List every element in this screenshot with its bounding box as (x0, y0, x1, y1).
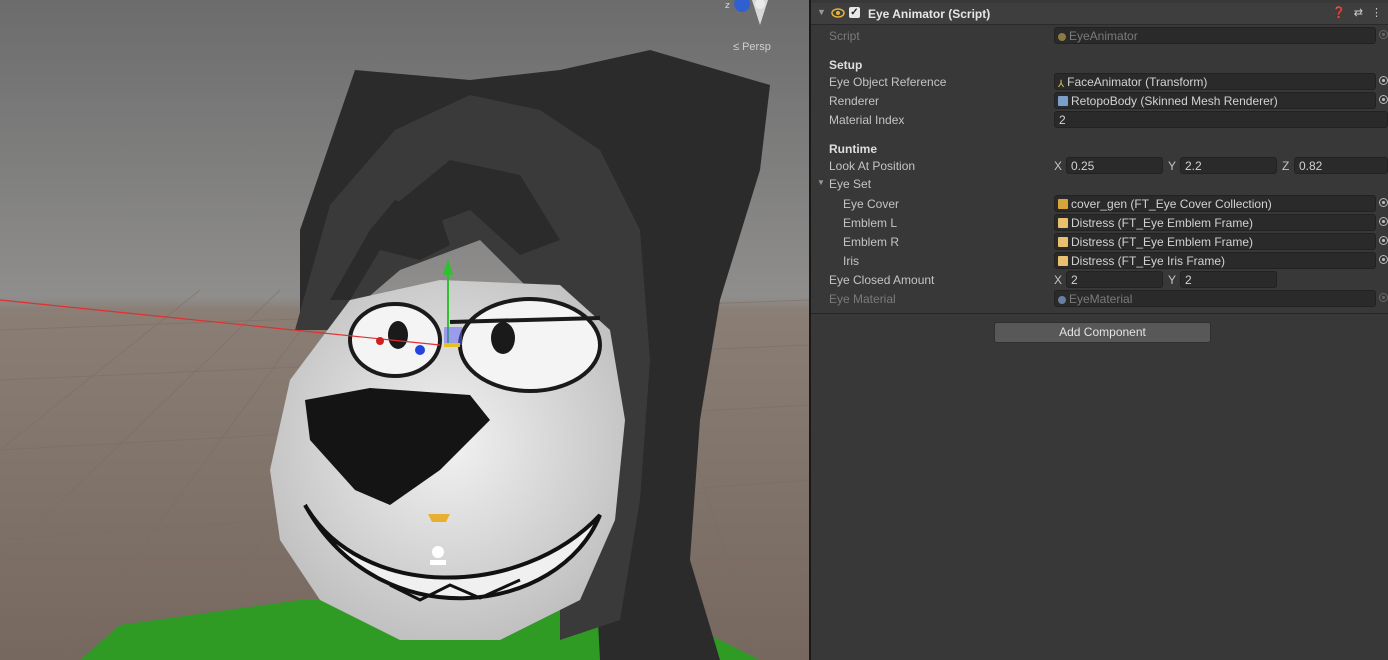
eye-object-reference-row: Eye Object Reference ⅄ FaceAnimator (Tran… (811, 72, 1388, 91)
eye-set-foldout[interactable]: ▼ Eye Set (811, 174, 1388, 193)
eye-closed-amount-label: Eye Closed Amount (829, 273, 935, 287)
renderer-row: Renderer RetopoBody (Skinned Mesh Render… (811, 91, 1388, 110)
component-separator (811, 313, 1388, 314)
frame-asset-icon (1058, 237, 1068, 247)
emblem-l-field[interactable]: Distress (FT_Eye Emblem Frame) (1054, 214, 1376, 231)
eye-object-reference-value: FaceAnimator (Transform) (1067, 75, 1208, 89)
emblem-l-label: Emblem L (843, 216, 898, 230)
component-enabled-checkbox[interactable]: ✓ (849, 7, 860, 18)
foldout-arrow-icon[interactable]: ▼ (817, 7, 826, 17)
look-at-z-input[interactable]: 0.82 (1294, 157, 1388, 174)
object-picker-icon[interactable] (1379, 76, 1388, 85)
component-header[interactable]: ▼ ✓ Eye Animator (Script) ❓ ⇄ ⋮ (811, 3, 1388, 25)
renderer-value: RetopoBody (Skinned Mesh Renderer) (1071, 94, 1278, 108)
eye-closed-x-input[interactable]: 2 (1066, 271, 1163, 288)
help-icon[interactable]: ❓ (1332, 6, 1346, 19)
object-picker-icon[interactable] (1379, 95, 1388, 104)
character-eye-right (458, 297, 602, 393)
script-icon (1058, 33, 1066, 41)
object-picker-icon[interactable] (1379, 198, 1388, 207)
axis-x-label: X (1054, 273, 1063, 287)
eye-cover-field[interactable]: cover_gen (FT_Eye Cover Collection) (1054, 195, 1376, 212)
script-label: Script (829, 29, 860, 43)
axis-y-label: Y (1168, 159, 1177, 173)
material-index-row: Material Index 2 (811, 110, 1388, 129)
iris-row: Iris Distress (FT_Eye Iris Frame) (811, 251, 1388, 270)
eye-cover-label: Eye Cover (843, 197, 900, 211)
emblem-l-row: Emblem L Distress (FT_Eye Emblem Frame) (811, 213, 1388, 232)
persp-toggle[interactable]: ≤ Persp (733, 41, 771, 53)
eye-cover-row: Eye Cover cover_gen (FT_Eye Cover Collec… (811, 194, 1388, 213)
object-picker-icon (1379, 293, 1388, 302)
script-eye-icon (831, 8, 845, 18)
renderer-field[interactable]: RetopoBody (Skinned Mesh Renderer) (1054, 92, 1376, 109)
object-picker-icon (1379, 30, 1388, 39)
runtime-header: Runtime (829, 142, 877, 156)
collection-icon (1058, 199, 1068, 209)
transform-icon: ⅄ (1058, 79, 1065, 90)
eye-cover-value: cover_gen (FT_Eye Cover Collection) (1071, 197, 1272, 211)
axis-x-label: X (1054, 159, 1063, 173)
look-at-y-input[interactable]: 2.2 (1180, 157, 1277, 174)
eye-object-reference-label: Eye Object Reference (829, 75, 947, 89)
eye-closed-y-input[interactable]: 2 (1180, 271, 1277, 288)
script-field: EyeAnimator (1054, 27, 1376, 44)
scene-render: z (0, 0, 809, 660)
eye-object-reference-field[interactable]: ⅄ FaceAnimator (Transform) (1054, 73, 1376, 90)
preset-icon[interactable]: ⇄ (1354, 6, 1363, 19)
material-index-input[interactable]: 2 (1054, 111, 1388, 128)
scene-viewport[interactable]: z ≤ Persp (0, 0, 809, 660)
frame-asset-icon (1058, 256, 1068, 266)
foldout-arrow-icon[interactable]: ▼ (817, 178, 825, 187)
eye-set-label: Eye Set (829, 177, 872, 191)
inspector-panel: ▼ ✓ Eye Animator (Script) ❓ ⇄ ⋮ Script E… (811, 0, 1388, 660)
iris-label: Iris (843, 254, 859, 268)
look-at-x-input[interactable]: 0.25 (1066, 157, 1163, 174)
add-component-button[interactable]: Add Component (994, 322, 1211, 343)
emblem-r-row: Emblem R Distress (FT_Eye Emblem Frame) (811, 232, 1388, 251)
eye-material-label: Eye Material (829, 292, 896, 306)
emblem-l-value: Distress (FT_Eye Emblem Frame) (1071, 216, 1254, 230)
axis-y-label: Y (1168, 273, 1177, 287)
skinned-mesh-icon (1058, 96, 1068, 106)
object-picker-icon[interactable] (1379, 255, 1388, 264)
emblem-r-value: Distress (FT_Eye Emblem Frame) (1071, 235, 1254, 249)
script-row: Script EyeAnimator (811, 26, 1388, 45)
frame-asset-icon (1058, 218, 1068, 228)
script-value: EyeAnimator (1069, 29, 1138, 43)
setup-header: Setup (829, 58, 863, 72)
eye-material-row: Eye Material EyeMaterial (811, 289, 1388, 308)
eye-material-field: EyeMaterial (1054, 290, 1376, 307)
iris-value: Distress (FT_Eye Iris Frame) (1071, 254, 1226, 268)
material-index-label: Material Index (829, 113, 905, 127)
gizmo-axis-label: z (725, 1, 730, 11)
look-at-position-row: Look At Position X 0.25 Y 2.2 Z 0.82 (811, 156, 1388, 175)
renderer-label: Renderer (829, 94, 880, 108)
component-title: Eye Animator (Script) (868, 7, 991, 21)
eye-material-value: EyeMaterial (1069, 292, 1133, 306)
material-icon (1058, 296, 1066, 304)
emblem-r-field[interactable]: Distress (FT_Eye Emblem Frame) (1054, 233, 1376, 250)
iris-field[interactable]: Distress (FT_Eye Iris Frame) (1054, 252, 1376, 269)
look-at-position-label: Look At Position (829, 159, 916, 173)
axis-z-label: Z (1282, 159, 1290, 173)
emblem-r-label: Emblem R (843, 235, 900, 249)
kebab-menu-icon[interactable]: ⋮ (1371, 6, 1382, 19)
object-picker-icon[interactable] (1379, 236, 1388, 245)
object-picker-icon[interactable] (1379, 217, 1388, 226)
eye-closed-amount-row: Eye Closed Amount X 2 Y 2 (811, 270, 1388, 289)
